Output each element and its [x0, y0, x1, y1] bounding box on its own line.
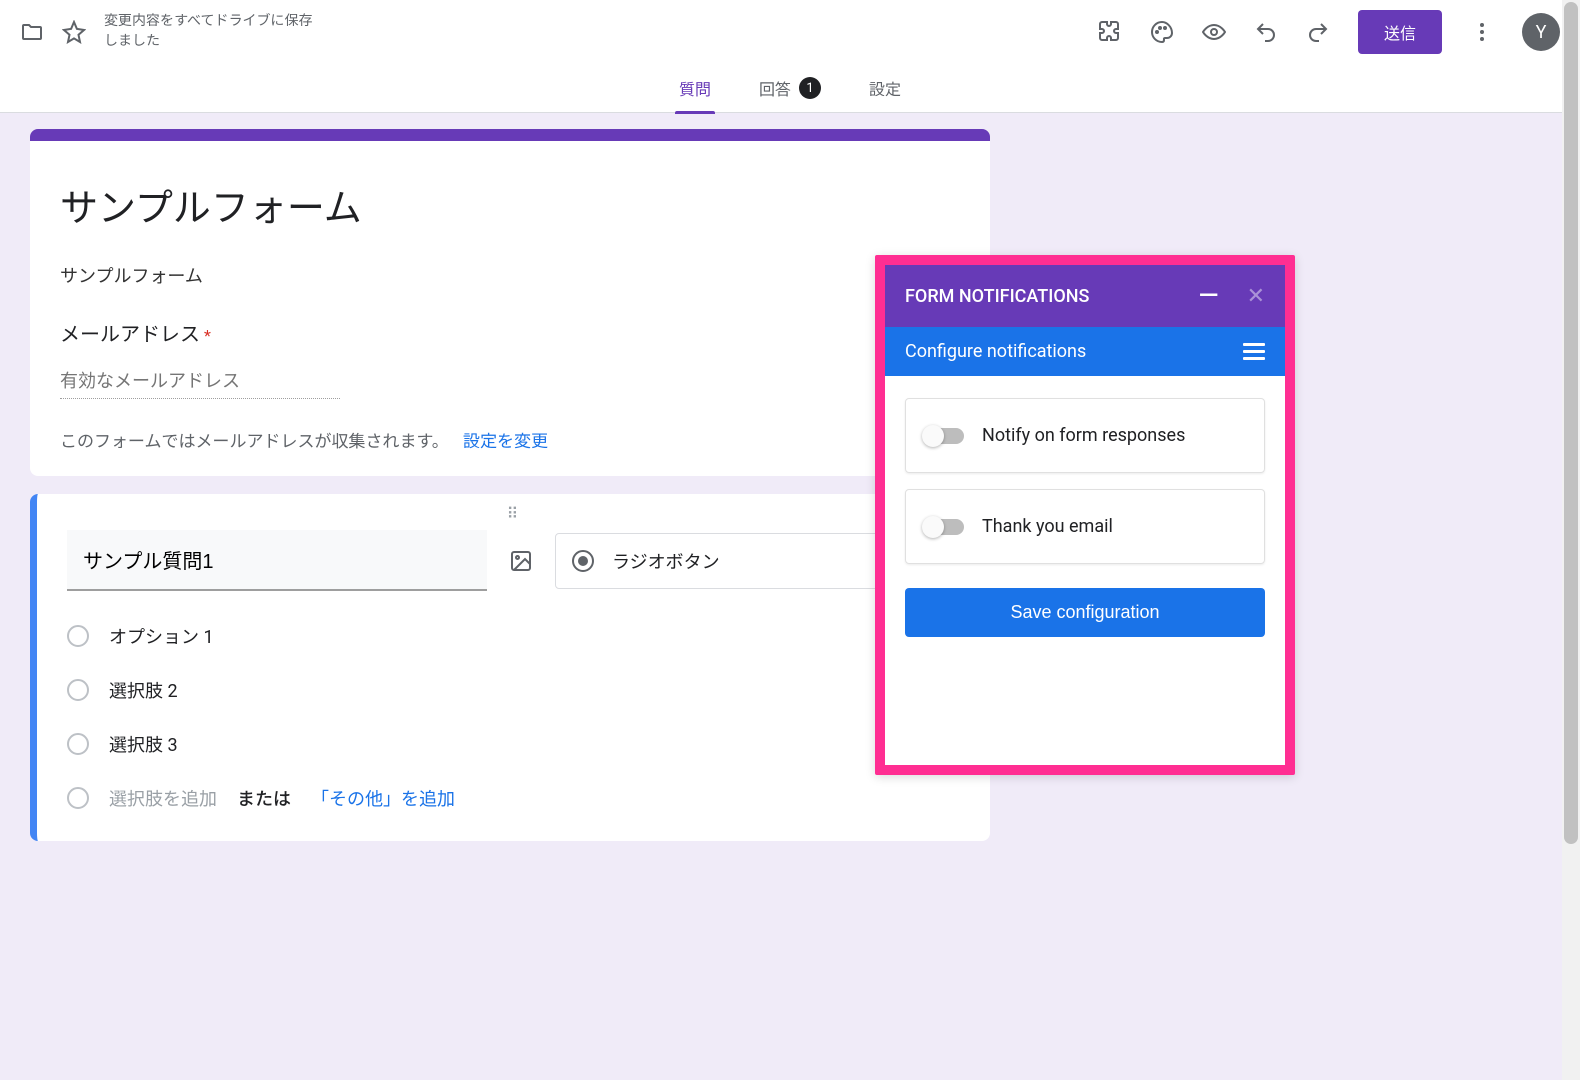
response-count-badge: 1: [799, 77, 821, 99]
add-option-row[interactable]: 選択肢を追加 または 「その他」を追加: [67, 785, 960, 811]
preview-icon[interactable]: [1202, 20, 1226, 44]
email-label: メールアドレス: [60, 322, 200, 346]
toggle-notify-responses[interactable]: Notify on form responses: [905, 398, 1265, 473]
question-card[interactable]: ⠿ ラジオボタン オプション 1 選択肢 2 選択肢 3: [30, 494, 990, 841]
option-row[interactable]: 選択肢 3: [67, 731, 960, 757]
email-field-preview: [60, 363, 340, 399]
addon-titlebar: FORM NOTIFICATIONS — ✕: [885, 265, 1285, 327]
option-label[interactable]: 選択肢 3: [109, 731, 178, 757]
save-status: 変更内容をすべてドライブに保存しました: [104, 12, 324, 51]
radio-outline-icon: [67, 679, 89, 701]
radio-icon: [572, 550, 594, 572]
addon-panel: FORM NOTIFICATIONS — ✕ Configure notific…: [875, 255, 1295, 775]
change-settings-link[interactable]: 設定を変更: [463, 432, 548, 452]
toggle-label: Thank you email: [982, 516, 1113, 537]
send-button[interactable]: 送信: [1358, 10, 1442, 54]
addons-icon[interactable]: [1098, 20, 1122, 44]
undo-icon[interactable]: [1254, 20, 1278, 44]
more-icon[interactable]: [1470, 20, 1494, 44]
or-label: または: [237, 785, 291, 811]
form-header-card[interactable]: サンプルフォーム サンプルフォーム メールアドレス* このフォームではメールアド…: [30, 129, 990, 476]
question-title-input[interactable]: [67, 530, 487, 591]
form-canvas: サンプルフォーム サンプルフォーム メールアドレス* このフォームではメールアド…: [0, 113, 990, 841]
question-type-label: ラジオボタン: [612, 548, 720, 574]
radio-outline-icon: [67, 625, 89, 647]
tab-responses[interactable]: 回答 1: [755, 64, 825, 112]
save-configuration-button[interactable]: Save configuration: [905, 588, 1265, 637]
image-icon[interactable]: [509, 549, 533, 573]
redo-icon[interactable]: [1306, 20, 1330, 44]
drag-handle-icon[interactable]: ⠿: [507, 504, 521, 523]
tab-responses-label: 回答: [759, 76, 791, 100]
radio-outline-icon: [67, 733, 89, 755]
toggle-label: Notify on form responses: [982, 425, 1185, 446]
tab-questions[interactable]: 質問: [675, 64, 715, 112]
scrollbar-thumb[interactable]: [1564, 2, 1578, 844]
option-label[interactable]: オプション 1: [109, 623, 214, 649]
menu-icon[interactable]: [1243, 343, 1265, 360]
close-icon[interactable]: ✕: [1247, 284, 1265, 309]
add-option-label[interactable]: 選択肢を追加: [109, 785, 217, 811]
required-asterisk: *: [204, 326, 211, 345]
option-row[interactable]: 選択肢 2: [67, 677, 960, 703]
scrollbar-track[interactable]: [1562, 0, 1580, 1080]
star-icon[interactable]: [62, 20, 86, 44]
toggle-switch[interactable]: [924, 519, 964, 535]
toggle-thank-you-email[interactable]: Thank you email: [905, 489, 1265, 564]
toggle-switch[interactable]: [924, 428, 964, 444]
tab-settings[interactable]: 設定: [865, 64, 905, 112]
minimize-icon[interactable]: —: [1199, 281, 1219, 311]
radio-outline-icon: [67, 787, 89, 809]
form-description[interactable]: サンプルフォーム: [60, 262, 960, 288]
app-header: 変更内容をすべてドライブに保存しました 送信 Y: [0, 0, 1580, 113]
palette-icon[interactable]: [1150, 20, 1174, 44]
option-label[interactable]: 選択肢 2: [109, 677, 178, 703]
avatar[interactable]: Y: [1522, 13, 1560, 51]
addon-title-text: FORM NOTIFICATIONS: [905, 286, 1089, 307]
email-collection-note: このフォームではメールアドレスが収集されます。 設定を変更: [60, 427, 960, 452]
folder-icon[interactable]: [20, 20, 44, 44]
tab-bar: 質問 回答 1 設定: [0, 64, 1580, 112]
options-list: オプション 1 選択肢 2 選択肢 3 選択肢を追加 または 「その他」を追加: [67, 623, 960, 811]
addon-subtitle: Configure notifications: [905, 341, 1086, 362]
addon-subheader: Configure notifications: [885, 327, 1285, 376]
option-row[interactable]: オプション 1: [67, 623, 960, 649]
add-other-link[interactable]: 「その他」を追加: [311, 785, 455, 811]
form-title[interactable]: サンプルフォーム: [60, 177, 960, 232]
